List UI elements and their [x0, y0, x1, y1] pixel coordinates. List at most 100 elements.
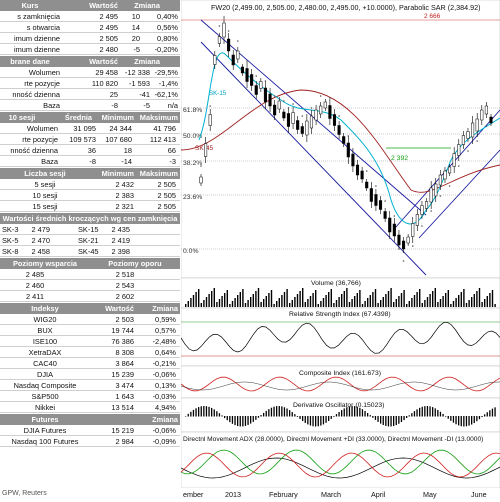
liczba-cell: 15 sesji [32, 202, 58, 211]
wybrane-cell: -5 [143, 101, 150, 110]
volume-bar [265, 296, 267, 307]
derivative-bar [286, 408, 288, 417]
data-panel: Kurs Wartość Zmiana s zamknięcia 2 495 10 0,40… [0, 0, 180, 500]
sar-dot [273, 95, 276, 97]
price-bar-body [259, 81, 263, 89]
indeksy-cell: 15 239 [111, 370, 134, 379]
sar-dot [476, 140, 478, 142]
volume-bar [465, 303, 468, 307]
volume-bar [439, 299, 442, 307]
derivative-bar [299, 416, 301, 420]
volume-bar [239, 292, 241, 307]
indeksy-row: Nikkei 13 514 4,94% [0, 402, 180, 413]
sesje10-table: 10 sesji Średnia Minimum Maksimum Wolumen 31 … [0, 112, 180, 167]
futures-header-col: Zmiana [152, 415, 178, 424]
sar-dot [439, 195, 442, 197]
volume-bar [421, 303, 423, 307]
futures-row: DJIA Futures 15 219 -0,06% [0, 425, 180, 436]
volume-bar [408, 301, 410, 307]
srednie-cell: SK-15 [78, 225, 99, 234]
volume-bar [429, 294, 431, 307]
srednie-table: Wartości średnich kroczących wg cen zamk… [0, 213, 180, 257]
derivative-bar [343, 408, 345, 417]
derivative-bar [341, 410, 343, 417]
derivative-bar [229, 416, 231, 423]
price-bar-body [314, 109, 318, 121]
futures-header-col: Futures [31, 415, 59, 424]
volume-bar [247, 300, 249, 307]
srednie-row: SK-5 2 470 SK-21 2 419 [0, 235, 180, 246]
volume-bar [250, 297, 252, 307]
derivative-bar [447, 416, 449, 419]
kurs-cell: 0,80% [157, 34, 178, 43]
sesje10-header: 10 sesji Średnia Minimum Maksimum [0, 112, 180, 123]
volume-bar [263, 299, 265, 307]
derivative-bar [208, 406, 210, 417]
wybrane-row: Baza -8 -5 n/a [0, 100, 180, 111]
volume-bar [244, 303, 247, 307]
price-bar-body [217, 36, 221, 44]
price-bar-body [397, 234, 401, 246]
kurs-cell: -5 [133, 45, 140, 54]
indeksy-header-col: Wartość [105, 304, 134, 313]
kurs-header-col: Wartość [89, 1, 118, 10]
kurs-cell: 14 [131, 23, 140, 32]
derivative-bar [372, 416, 374, 418]
volume-bar [351, 299, 353, 307]
wybrane-cell: -29,5% [154, 68, 178, 77]
indeksy-cell: 0,57% [155, 326, 176, 335]
sesje10-header-col: 10 sesji [8, 113, 36, 122]
price-bar-body [286, 113, 291, 127]
indeksy-cell: Nasdaq Composite [13, 381, 77, 390]
wybrane-header-col: brane dane [10, 57, 50, 66]
volume-bar [268, 293, 270, 307]
volume-bar [377, 303, 379, 307]
derivative-bar [393, 416, 395, 426]
volume-bar [387, 291, 390, 307]
volume-bar [372, 292, 374, 307]
sesje10-cell: 31 095 [73, 124, 96, 133]
volume-bar [335, 300, 338, 307]
volume-bar [218, 299, 221, 307]
derivative-bar [257, 416, 260, 418]
derivative-bar [205, 406, 208, 417]
x-axis-label: April [371, 490, 386, 499]
derivative-bar [309, 416, 312, 426]
derivative-bar [190, 411, 192, 417]
volume-bar [354, 296, 356, 307]
price-bar-body [213, 55, 217, 65]
volume-bar [361, 304, 364, 307]
wybrane-row: nność dzienna 25 -41 -62,1% [0, 89, 180, 100]
derivative-bar [476, 416, 478, 422]
wybrane-cell: -41 [139, 90, 150, 99]
volume-bar [364, 301, 366, 307]
volume-bar [185, 304, 187, 307]
indeksy-row: BUX 19 744 0,57% [0, 325, 180, 336]
sesje10-cell: rte pozycje [22, 135, 58, 144]
derivative-bar [471, 416, 473, 425]
price-bar-body [240, 66, 244, 74]
volume-bar [491, 290, 494, 307]
kurs-cell: 2 495 [99, 12, 119, 21]
sesje10-row: rte pozycje 109 573 107 680 112 413 [0, 134, 180, 145]
indeksy-cell: 2 503 [115, 315, 135, 324]
indeksy-row: ISE100 76 386 -2,48% [0, 336, 180, 347]
poziomy-cell: 2 411 [26, 292, 44, 301]
futures-cell: 2 984 [115, 437, 135, 446]
derivative-bar [478, 416, 481, 420]
volume-bar [273, 304, 275, 307]
poziomy-cell: 2 543 [115, 281, 135, 290]
poziomy-header: Poziomy wsparcia Poziomy oporu [0, 258, 180, 269]
poziomy-row: 2 411 2 602 [0, 291, 180, 302]
price-title: FW20 (2,499.00, 2,505.00, 2,480.00, 2,49… [211, 3, 481, 12]
volume-bar [200, 303, 202, 307]
derivative-bar [247, 416, 249, 425]
volume-bar [359, 290, 361, 307]
indeksy-row: WIG20 2 503 0,59% [0, 314, 180, 325]
top-level-label: 2 666 [424, 13, 441, 20]
sesje10-cell: Baza [41, 157, 58, 166]
derivative-bar [481, 416, 483, 418]
derivative-bar [213, 409, 215, 417]
volume-bar [281, 295, 283, 307]
sar-dot [375, 185, 377, 187]
